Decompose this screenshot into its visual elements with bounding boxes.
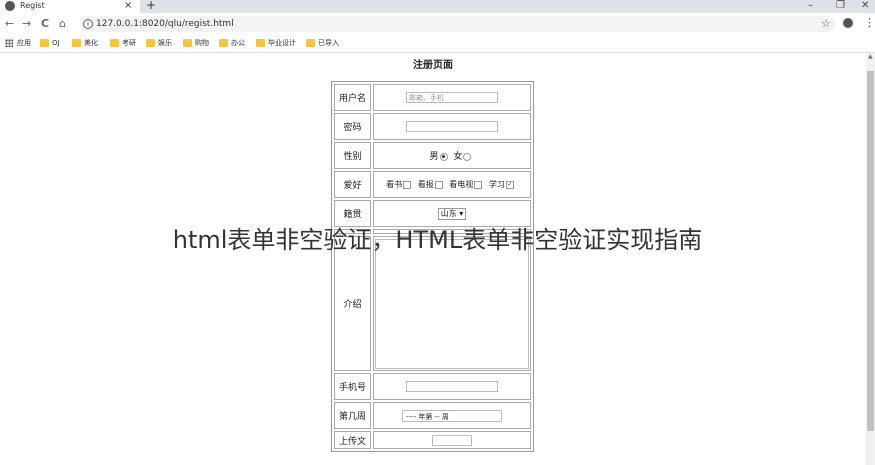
gender-male-radio[interactable] (439, 152, 448, 161)
hobby-tv-label: 看电视 (449, 180, 474, 189)
home-button[interactable]: ⌂ (59, 17, 66, 31)
folder-icon (40, 39, 49, 47)
bookmark-folder[interactable]: 美化 (72, 38, 98, 49)
folder-icon (183, 39, 192, 47)
page-title: 注册页面 (413, 60, 453, 71)
password-input[interactable] (406, 121, 498, 132)
week-label: 第几周 (334, 402, 371, 429)
tab-close-icon[interactable]: × (124, 0, 132, 12)
phone-input[interactable] (406, 381, 498, 392)
gender-female-label: 女 (453, 152, 463, 162)
gender-male-label: 男 (429, 152, 439, 162)
hobby-study-label: 学习 (488, 180, 505, 189)
folder-icon (219, 39, 228, 47)
new-tab-button[interactable]: + (146, 0, 156, 12)
bookmark-folder[interactable]: 购物 (183, 38, 209, 49)
reload-button[interactable]: C (41, 17, 49, 31)
favicon-icon (5, 1, 15, 11)
upload-button[interactable] (432, 434, 472, 446)
hobby-reading-label: 看书 (386, 180, 403, 189)
folder-icon (72, 39, 81, 47)
window-close-button[interactable]: ✕ (861, 0, 869, 12)
gender-label: 性别 (334, 142, 371, 169)
maximize-button[interactable]: ❐ (836, 0, 845, 12)
hobby-study-checkbox[interactable]: ✓ (505, 180, 514, 189)
forward-button[interactable]: → (22, 17, 31, 31)
info-icon[interactable]: i (83, 19, 93, 29)
scrollbar[interactable]: ▲ (866, 53, 875, 465)
bookmark-apps[interactable]: 应用 (5, 38, 31, 49)
folder-icon (306, 39, 315, 47)
bookmark-folder[interactable]: OJ (40, 38, 60, 49)
bookmark-folder[interactable]: 娱乐 (146, 38, 172, 49)
register-form: 用户名 邮箱、手机 密码 性别 男 女 爱好 看书 看报 看电视 学习 ✓ 籍贯 … (331, 81, 534, 452)
tab-bar: Regist × + – ❐ ✕ (0, 0, 875, 13)
week-input[interactable]: ---- 年第 -- 周 (402, 409, 502, 422)
browser-tab[interactable]: Regist × (0, 0, 140, 13)
phone-label: 手机号 (334, 373, 371, 400)
tab-title: Regist (20, 1, 45, 10)
intro-textarea[interactable] (375, 238, 529, 369)
browser-toolbar: ← → C ⌂ i 127.0.0.1:8020/qlu/regist.html… (0, 13, 875, 35)
hobby-newspaper-label: 看报 (417, 180, 434, 189)
folder-icon (146, 39, 155, 47)
scroll-up-icon[interactable]: ▲ (868, 53, 873, 60)
menu-icon[interactable]: ⋮ (864, 16, 875, 30)
account-icon[interactable] (843, 18, 853, 28)
address-bar[interactable]: i 127.0.0.1:8020/qlu/regist.html (80, 16, 835, 32)
origin-select[interactable]: 山东 ▾ (437, 207, 467, 220)
back-button[interactable]: ← (5, 17, 14, 31)
upload-label: 上传文 (334, 431, 371, 449)
username-label: 用户名 (334, 84, 371, 111)
folder-icon (256, 39, 265, 47)
apps-grid-icon (5, 39, 13, 47)
hobby-reading-checkbox[interactable] (403, 180, 412, 189)
bookmarks-bar: 应用 OJ 美化 考研 娱乐 购物 办公 毕业设计 已导入 (0, 35, 875, 53)
gender-female-radio[interactable] (463, 152, 472, 161)
url-text: 127.0.0.1:8020/qlu/regist.html (96, 19, 234, 29)
bookmark-folder[interactable]: 考研 (110, 38, 136, 49)
bookmark-folder[interactable]: 已导入 (306, 38, 339, 49)
bookmark-folder[interactable]: 办公 (219, 38, 245, 49)
bookmark-star-icon[interactable]: ☆ (821, 17, 831, 30)
bookmark-folder[interactable]: 毕业设计 (256, 38, 296, 49)
username-input[interactable]: 邮箱、手机 (406, 92, 498, 103)
hobby-tv-checkbox[interactable] (474, 180, 483, 189)
folder-icon (110, 39, 119, 47)
hobby-newspaper-checkbox[interactable] (434, 180, 443, 189)
overlay-caption: html表单非空验证，HTML表单非空验证实现指南 (172, 226, 703, 254)
password-label: 密码 (334, 113, 371, 140)
minimize-button[interactable]: – (808, 0, 813, 12)
hobby-label: 爱好 (334, 171, 371, 198)
